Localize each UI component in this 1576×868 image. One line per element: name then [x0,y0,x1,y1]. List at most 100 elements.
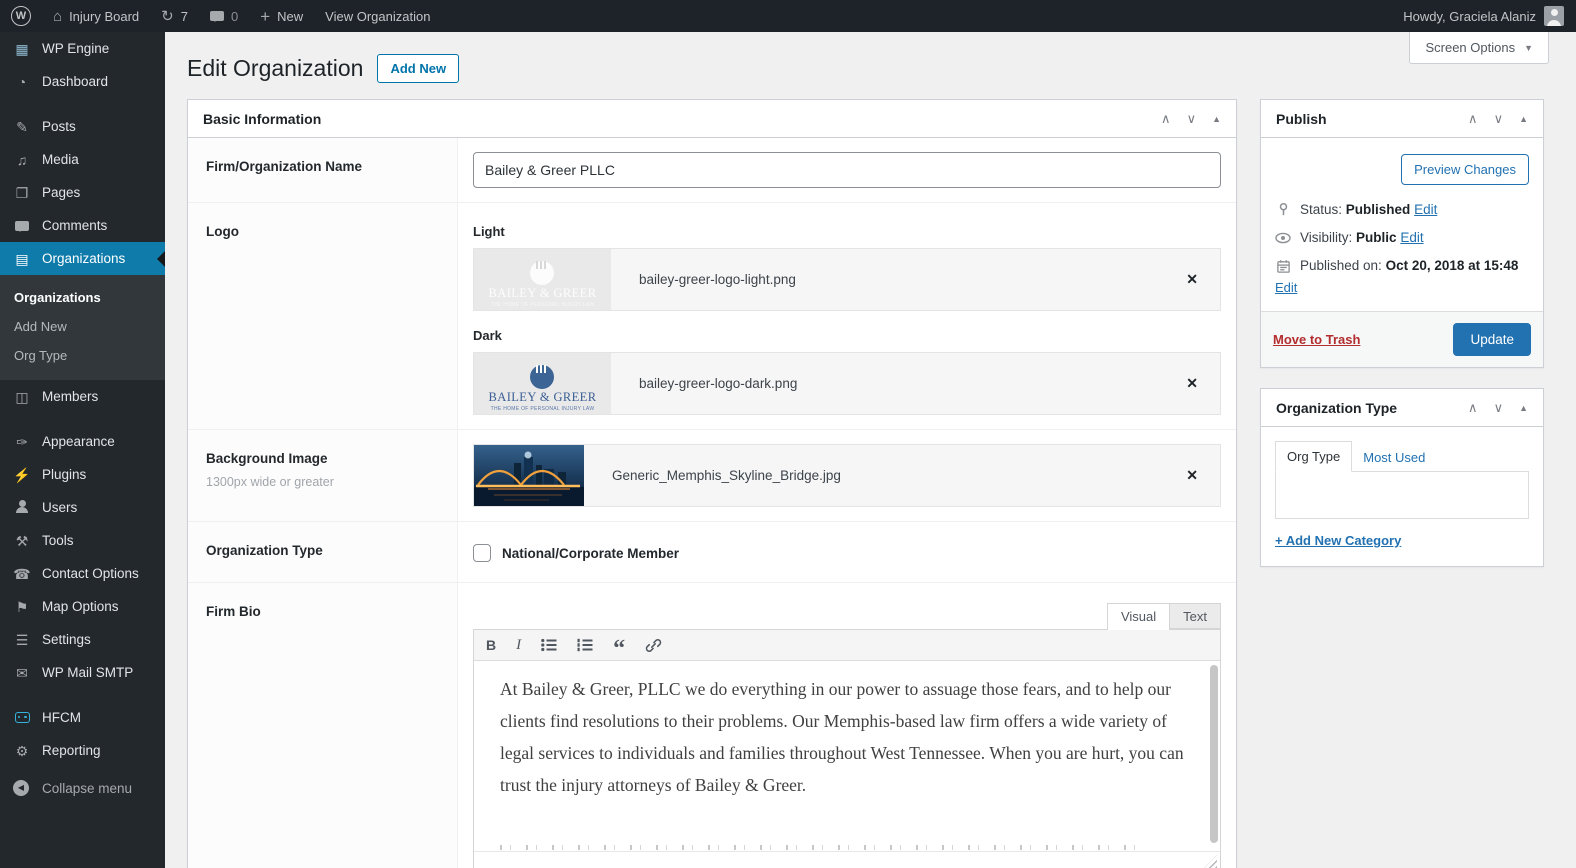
screen-options-label: Screen Options [1425,40,1515,55]
page-title: Edit Organization [187,55,363,82]
firm-name-input[interactable] [473,152,1221,188]
organization-type-label: Organization Type [188,522,458,582]
firm-bio-textarea[interactable]: At Bailey & Greer, PLLC we do everything… [474,661,1220,851]
bold-button[interactable]: B [486,630,496,660]
toggle-panel-icon[interactable]: ▲ [1519,114,1528,124]
visibility-label: Visibility: [1300,230,1352,245]
envelope-icon: ✉ [13,666,31,680]
preview-changes-button[interactable]: Preview Changes [1401,154,1529,185]
link-button[interactable] [645,630,662,660]
wordpress-menu[interactable]: W [0,0,42,32]
view-organization-link[interactable]: View Organization [314,0,441,32]
gear-icon: ⚙ [13,744,31,758]
publish-panel: Publish ∧ ∨ ▲ Preview Changes Status: Pu… [1260,99,1544,368]
sidebar-item-organizations[interactable]: ▤ Organizations [0,242,165,275]
pin-icon [1275,202,1291,217]
sidebar-item-users[interactable]: Users [0,491,165,524]
edit-status-link[interactable]: Edit [1414,202,1437,217]
tab-org-type[interactable]: Org Type [1275,441,1352,472]
sidebar-item-settings[interactable]: ☰ Settings [0,623,165,656]
sidebar-item-label: Organizations [42,251,125,266]
add-new-button[interactable]: Add New [377,54,459,83]
sidebar-item-label: Media [42,152,79,167]
remove-logo-light-button[interactable]: ✕ [1186,271,1198,288]
sidebar-item-map-options[interactable]: ⚑ Map Options [0,590,165,623]
national-corporate-member-checkbox[interactable] [473,544,491,562]
numbered-list-button[interactable] [577,630,593,660]
background-image-label: Background Image [206,451,439,466]
sidebar-item-hfcm[interactable]: HFCM [0,701,165,734]
sidebar-item-label: WP Mail SMTP [42,665,133,680]
organization-type-panel: Organization Type ∧ ∨ ▲ Org Type Most Us… [1260,388,1544,567]
move-up-icon[interactable]: ∧ [1468,111,1478,127]
wordpress-logo-icon: W [11,6,31,26]
tab-visual[interactable]: Visual [1107,603,1170,630]
firm-bio-paragraph: At Bailey & Greer, PLLC we do everything… [500,673,1194,801]
new-content-link[interactable]: + New [249,0,314,32]
collapse-arrow-icon: ◀ [13,780,31,796]
logo-light-label: Light [473,224,1221,239]
sidebar-item-dashboard[interactable]: ◔ Dashboard [0,65,165,98]
sidebar-item-contact-options[interactable]: ☎ Contact Options [0,557,165,590]
sidebar-item-posts[interactable]: ✎ Posts [0,110,165,143]
collapse-menu-button[interactable]: ◀ Collapse menu [0,771,165,805]
sidebar-item-media[interactable]: ♫ Media [0,143,165,176]
submenu-item-organizations[interactable]: Organizations [0,283,165,312]
panel-header: Publish ∧ ∨ ▲ [1261,100,1543,138]
submenu-item-add-new[interactable]: Add New [0,312,165,341]
tab-most-used[interactable]: Most Used [1352,443,1436,472]
menu-separator [0,413,165,425]
logo-tagline-text: THE HOME OF PERSONAL INJURY LAW [489,407,597,413]
submenu-item-org-type[interactable]: Org Type [0,341,165,370]
update-button[interactable]: Update [1453,323,1531,356]
collapse-menu-label: Collapse menu [42,781,132,796]
move-down-icon[interactable]: ∨ [1494,400,1504,416]
add-new-category-link[interactable]: + Add New Category [1275,533,1401,548]
sidebar-item-tools[interactable]: ⚒ Tools [0,524,165,557]
editor-toolbar: B I [474,630,1220,661]
tab-text[interactable]: Text [1170,603,1221,629]
resize-handle[interactable] [1204,855,1217,868]
calendar-icon [1275,259,1291,274]
bullet-list-button[interactable] [541,630,557,660]
sidebar-item-appearance[interactable]: ✑ Appearance [0,425,165,458]
eye-icon [1275,232,1291,244]
category-checklist[interactable] [1275,471,1529,519]
sidebar-item-label: Posts [42,119,76,134]
move-up-icon[interactable]: ∧ [1161,111,1171,127]
row-firm-bio: Firm Bio Visual Text B I [188,583,1236,868]
editor-scrollbar[interactable] [1210,665,1218,843]
move-down-icon[interactable]: ∨ [1187,111,1197,127]
firm-name-label: Firm/Organization Name [188,138,458,202]
background-image-hint: 1300px wide or greater [206,475,439,489]
sidebar-item-comments[interactable]: Comments [0,209,165,242]
phone-icon: ☎ [13,567,31,581]
move-down-icon[interactable]: ∨ [1494,111,1504,127]
sidebar-item-reporting[interactable]: ⚙ Reporting [0,734,165,767]
sidebar-item-pages[interactable]: ❐ Pages [0,176,165,209]
panel-header: Organization Type ∧ ∨ ▲ [1261,389,1543,427]
sidebar-item-wp-mail-smtp[interactable]: ✉ WP Mail SMTP [0,656,165,689]
sidebar-item-plugins[interactable]: ⚡ Plugins [0,458,165,491]
account-menu[interactable]: Howdy, Graciela Alaniz [1403,6,1576,26]
toggle-panel-icon[interactable]: ▲ [1212,114,1221,124]
screen-options-button[interactable]: Screen Options ▼ [1409,32,1549,64]
move-up-icon[interactable]: ∧ [1468,400,1478,416]
comments-link[interactable]: 0 [199,0,249,32]
updates-link[interactable]: ↻ 7 [150,0,199,32]
toggle-panel-icon[interactable]: ▲ [1519,403,1528,413]
sidebar-item-wp-engine[interactable]: ▦ WP Engine [0,32,165,65]
id-card-icon: ◫ [13,390,31,404]
edit-published-date-link[interactable]: Edit [1275,280,1297,295]
remove-background-image-button[interactable]: ✕ [1186,467,1198,484]
brush-icon: ✑ [13,435,31,449]
sidebar-item-members[interactable]: ◫ Members [0,380,165,413]
remove-logo-dark-button[interactable]: ✕ [1186,375,1198,392]
logo-emblem [530,365,554,389]
site-name-link[interactable]: ⌂ Injury Board [42,0,150,32]
blockquote-button[interactable]: “ [613,630,625,660]
edit-visibility-link[interactable]: Edit [1400,230,1423,245]
move-to-trash-link[interactable]: Move to Trash [1273,332,1360,347]
italic-button[interactable]: I [516,630,521,660]
national-corporate-member-label: National/Corporate Member [502,546,679,561]
